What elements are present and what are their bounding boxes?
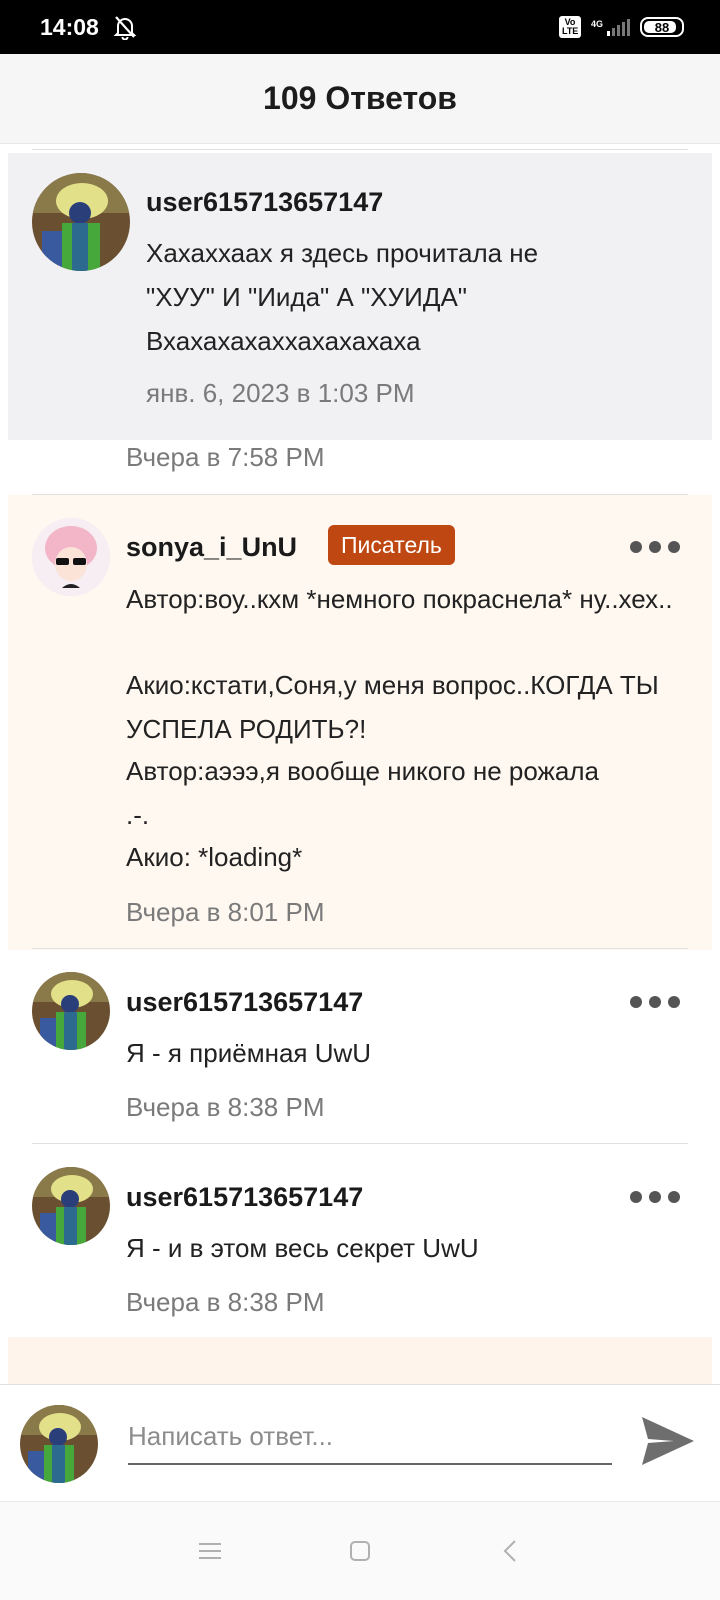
- system-nav-bar: [0, 1502, 720, 1600]
- bell-off-icon: [113, 16, 137, 40]
- comment-timestamp: Вчера в 8:01 PM: [126, 897, 325, 927]
- avatar-image: [20, 1405, 98, 1483]
- avatar-image: [32, 1167, 110, 1245]
- divider: [32, 948, 688, 949]
- comment-username[interactable]: sonya_i_UnU: [126, 532, 297, 563]
- more-options-button[interactable]: [630, 990, 680, 1014]
- avatar-image: [32, 972, 110, 1050]
- comment-line: Акио: *loading*: [126, 842, 303, 872]
- divider: [32, 1143, 688, 1144]
- comment-username[interactable]: user615713657147: [146, 187, 383, 218]
- comment-timestamp: янв. 6, 2023 в 1:03 PM: [146, 378, 415, 408]
- comment-username[interactable]: user615713657147: [126, 987, 363, 1018]
- avatar[interactable]: [32, 173, 130, 271]
- send-button[interactable]: [640, 1413, 700, 1469]
- reply-composer: [0, 1384, 720, 1502]
- comment-line: Автор:воу..кхм *немного покраснела* ну..…: [126, 584, 673, 614]
- send-icon: [642, 1417, 694, 1465]
- battery-level: 88: [654, 19, 670, 35]
- comment-text: Я - я приёмная UwU: [126, 1038, 372, 1068]
- avatar[interactable]: [32, 1167, 110, 1245]
- status-time: 14:08: [40, 13, 99, 40]
- battery-icon: 88: [640, 17, 684, 37]
- comment-timestamp: Вчера в 8:38 PM: [126, 1287, 325, 1317]
- page-title: 109 Ответов: [263, 80, 457, 116]
- next-reply-peek: [8, 1337, 712, 1385]
- replies-feed[interactable]: user615713657147 Хахаххаах я здесь прочи…: [0, 145, 720, 1385]
- status-bar: 14:08 Vo LTE 4G 88: [0, 0, 720, 54]
- comment-username[interactable]: user615713657147: [126, 1182, 363, 1213]
- more-options-button[interactable]: [630, 535, 680, 559]
- avatar[interactable]: [32, 972, 110, 1050]
- comment-timestamp: Вчера в 8:38 PM: [126, 1092, 325, 1122]
- reply-input[interactable]: [128, 1409, 612, 1465]
- back-icon: [503, 1540, 516, 1562]
- signal-icon: 4G: [590, 18, 630, 36]
- reply-timestamp: Вчера в 7:58 PM: [126, 442, 325, 472]
- comment-line: Акио:кстати,Соня,у меня вопрос..КОГДА ТЫ…: [126, 670, 659, 744]
- volte-icon: Vo LTE: [558, 16, 581, 38]
- comment-text: Хахаххаах я здесь прочитала не "ХУУ" И "…: [146, 238, 539, 356]
- more-options-button[interactable]: [630, 1185, 680, 1209]
- avatar-image: [32, 173, 130, 271]
- writer-badge: Писатель: [328, 525, 455, 565]
- comment-text: Я - и в этом весь секрет UwU: [126, 1233, 479, 1263]
- avatar-image: [32, 518, 110, 596]
- replies-header: 109 Ответов: [0, 54, 720, 144]
- menu-icon: [199, 1543, 221, 1559]
- comment-line: Автор:аэээ,я вообще никого не рожала .-.: [126, 756, 600, 830]
- network-type-label: 4G: [590, 18, 603, 29]
- home-nav-button[interactable]: [335, 1526, 385, 1576]
- my-avatar: [20, 1405, 98, 1483]
- menu-nav-button[interactable]: [185, 1526, 235, 1576]
- avatar[interactable]: [32, 518, 110, 596]
- home-icon: [350, 1541, 370, 1561]
- divider: [32, 149, 688, 150]
- back-nav-button[interactable]: [485, 1526, 535, 1576]
